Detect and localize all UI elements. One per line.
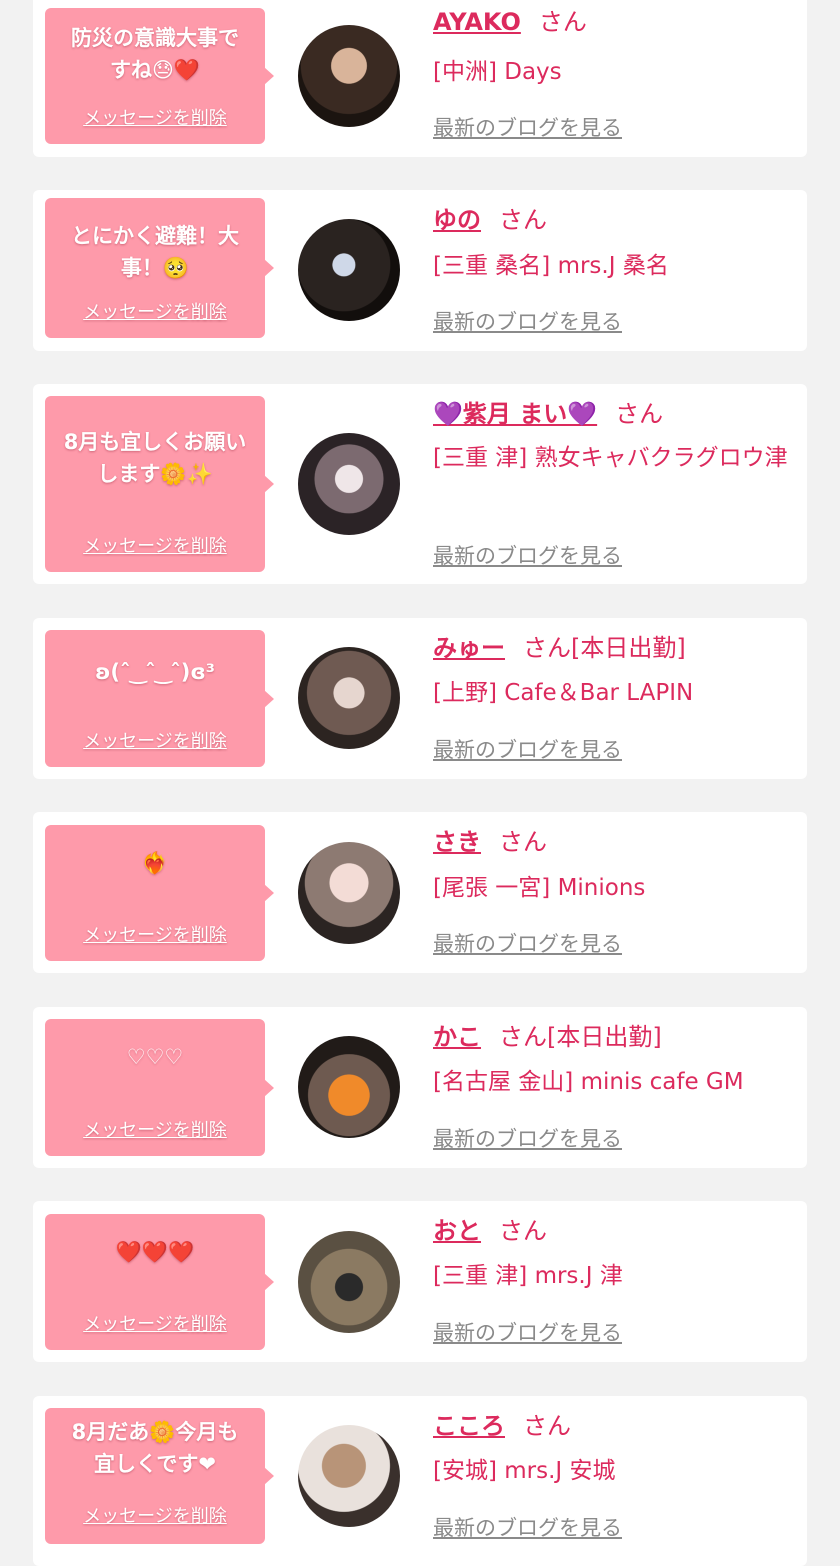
avatar[interactable] (298, 25, 400, 127)
message-card: 8月だあ🌼今月も 宜しくです❤ メッセージを削除 こころ さん [安城] mrs.… (33, 1396, 807, 1566)
message-card: とにかく避難！大 事！🥺 メッセージを削除 ゆの さん [三重 桑名] mrs.J… (33, 190, 807, 351)
honorific-label: さん (523, 1412, 571, 1440)
message-text-line: 事！🥺 (120, 256, 190, 280)
message-list: 防災の意識大事で すね😓❤️ メッセージを削除 AYAKO さん [中洲] Day… (0, 0, 840, 1566)
latest-blog-link[interactable]: 最新のブログを見る (433, 734, 622, 764)
message-card: ❤️❤️❤️ メッセージを削除 おと さん [三重 津] mrs.J 津 最新のブ… (33, 1201, 807, 1362)
message-card: ❤️‍🔥 メッセージを削除 さき さん [尾張 一宮] Minions 最新のブロ… (33, 812, 807, 973)
shop-name: [三重 桑名] mrs.J 桑名 (433, 253, 669, 279)
profile-name-link[interactable]: こころ (433, 1412, 505, 1440)
message-text-line: ❤️❤️❤️ (115, 1240, 195, 1264)
latest-blog-link[interactable]: 最新のブログを見る (433, 540, 622, 570)
profile-name-link[interactable]: ゆの (433, 206, 481, 234)
profile-name-link[interactable]: かこ (433, 1023, 481, 1051)
profile-name-link[interactable]: さき (433, 828, 481, 856)
shop-name: [中洲] Days (433, 59, 562, 85)
message-bubble: 防災の意識大事で すね😓❤️ メッセージを削除 (45, 8, 274, 144)
message-card: ʚ(ˆ ͜ ˆ ͜ ˆ)ɞ³ メッセージを削除 みゅー さん[本日出勤] [上野]… (33, 618, 807, 779)
message-text-line: 防災の意識大事で (71, 26, 239, 50)
honorific-label: さん (499, 206, 547, 234)
shop-name: [尾張 一宮] Minions (433, 875, 646, 901)
latest-blog-link[interactable]: 最新のブログを見る (433, 306, 622, 336)
profile-name-link[interactable]: 💜紫月 まい💜 (433, 400, 597, 428)
message-text-line: 8月も宜しくお願い (63, 430, 247, 454)
delete-message-link[interactable]: メッセージを削除 (45, 1502, 265, 1528)
message-bubble: ❤️❤️❤️ メッセージを削除 (45, 1214, 274, 1350)
avatar[interactable] (298, 1425, 400, 1527)
shop-name: [三重 津] mrs.J 津 (433, 1263, 623, 1289)
message-bubble: 8月だあ🌼今月も 宜しくです❤ メッセージを削除 (45, 1408, 274, 1544)
message-bubble: ♡♡♡ メッセージを削除 (45, 1019, 274, 1156)
shop-name: [安城] mrs.J 安城 (433, 1458, 616, 1484)
avatar[interactable] (298, 433, 400, 535)
message-card: 8月も宜しくお願い します🌼✨ メッセージを削除 💜紫月 まい💜 さん [三重 津… (33, 384, 807, 584)
profile-name-link[interactable]: みゅー (433, 634, 505, 662)
latest-blog-link[interactable]: 最新のブログを見る (433, 1512, 622, 1542)
message-text-line: ♡♡♡ (126, 1045, 184, 1069)
honorific-label: さん (538, 8, 587, 36)
latest-blog-link[interactable]: 最新のブログを見る (433, 112, 622, 142)
profile-name-link[interactable]: AYAKO (433, 8, 521, 36)
shop-name: [上野] Cafe＆Bar LAPIN (433, 680, 694, 706)
latest-blog-link[interactable]: 最新のブログを見る (433, 928, 622, 958)
delete-message-link[interactable]: メッセージを削除 (45, 298, 265, 324)
profile-name-link[interactable]: おと (433, 1217, 481, 1245)
honorific-label: さん (615, 400, 664, 428)
avatar[interactable] (298, 1231, 400, 1333)
honorific-label: さん[本日出勤] (499, 1023, 662, 1051)
message-bubble: ❤️‍🔥 メッセージを削除 (45, 825, 274, 961)
honorific-label: さん[本日出勤] (523, 634, 686, 662)
avatar[interactable] (298, 1036, 400, 1138)
delete-message-link[interactable]: メッセージを削除 (45, 532, 265, 558)
honorific-label: さん (499, 828, 547, 856)
message-bubble: 8月も宜しくお願い します🌼✨ メッセージを削除 (45, 396, 274, 572)
latest-blog-link[interactable]: 最新のブログを見る (433, 1317, 622, 1347)
message-text-line: 8月だあ🌼今月も (71, 1420, 239, 1444)
avatar[interactable] (298, 842, 400, 944)
message-text-line: 宜しくです❤ (94, 1452, 216, 1476)
latest-blog-link[interactable]: 最新のブログを見る (433, 1123, 622, 1153)
honorific-label: さん (499, 1217, 547, 1245)
message-bubble: とにかく避難！大 事！🥺 メッセージを削除 (45, 198, 274, 338)
message-bubble: ʚ(ˆ ͜ ˆ ͜ ˆ)ɞ³ メッセージを削除 (45, 630, 274, 767)
message-text-line: ʚ(ˆ ͜ ˆ ͜ ˆ)ɞ³ (95, 660, 215, 684)
message-card: 防災の意識大事で すね😓❤️ メッセージを削除 AYAKO さん [中洲] Day… (33, 0, 807, 157)
message-text-line: とにかく避難！大 (71, 224, 239, 248)
message-text-line: します🌼✨ (97, 462, 213, 486)
delete-message-link[interactable]: メッセージを削除 (45, 104, 265, 130)
delete-message-link[interactable]: メッセージを削除 (45, 727, 265, 753)
avatar[interactable] (298, 219, 400, 321)
delete-message-link[interactable]: メッセージを削除 (45, 1116, 265, 1142)
message-card: ♡♡♡ メッセージを削除 かこ さん[本日出勤] [名古屋 金山] minis c… (33, 1007, 807, 1168)
message-text-line: ❤️‍🔥 (141, 851, 169, 875)
delete-message-link[interactable]: メッセージを削除 (45, 1310, 265, 1336)
message-text-line: すね😓❤️ (109, 58, 201, 82)
delete-message-link[interactable]: メッセージを削除 (45, 921, 265, 947)
shop-name: [名古屋 金山] minis cafe GM (433, 1069, 744, 1095)
shop-name: [三重 津] 熟女キャバクラグロウ津 (433, 445, 788, 471)
avatar[interactable] (298, 647, 400, 749)
